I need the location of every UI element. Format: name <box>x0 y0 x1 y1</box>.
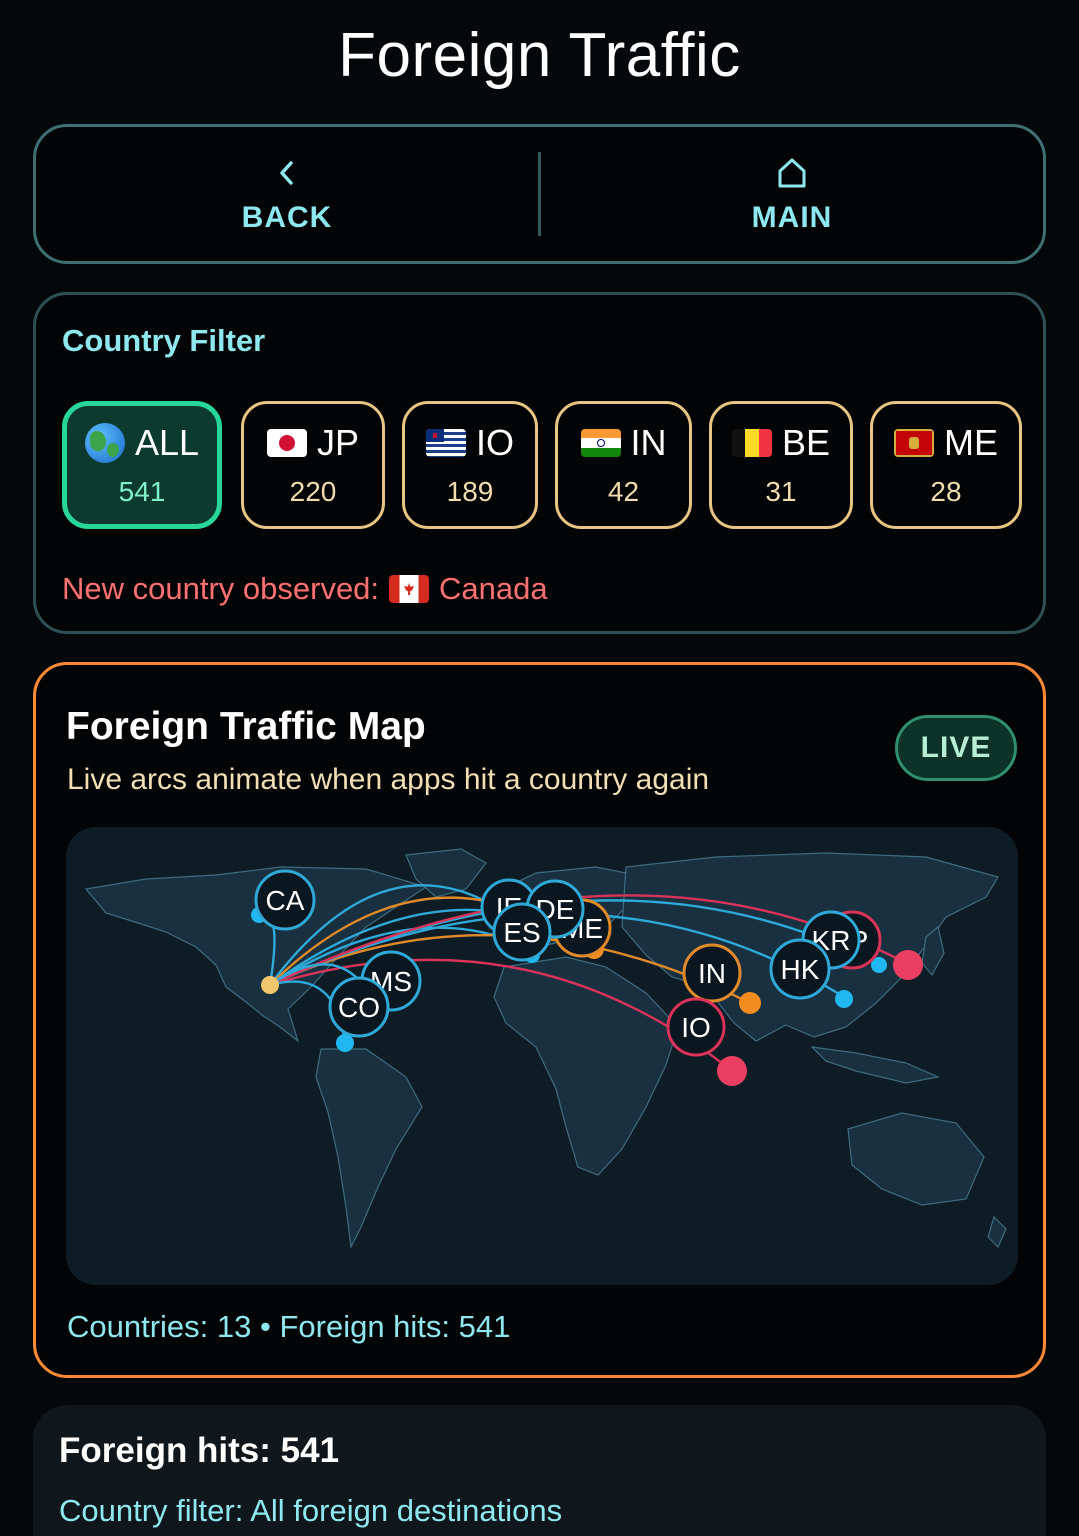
node-label-co: CO <box>338 992 380 1023</box>
world-map[interactable]: CA MS CO IE ME <box>66 827 1018 1285</box>
node-es: ES <box>492 902 552 962</box>
nav-bar: BACK MAIN <box>33 124 1046 264</box>
main-button[interactable]: MAIN <box>541 127 1043 261</box>
filter-chip-jp[interactable]: JP 220 <box>241 401 385 529</box>
flag-io-icon <box>425 429 466 457</box>
map-stats: Countries: 13 • Foreign hits: 541 <box>67 1309 511 1344</box>
node-label-in: IN <box>698 958 726 989</box>
chip-count: 28 <box>930 476 962 507</box>
summary-foreign-hits: Foreign hits: 541 <box>59 1431 340 1470</box>
filter-chip-io[interactable]: IO 189 <box>402 401 538 529</box>
node-label-ca: CA <box>266 885 305 916</box>
node-label-hk: HK <box>781 954 820 985</box>
summary-card: Foreign hits: 541 Country filter: All fo… <box>33 1405 1046 1536</box>
filter-chip-be[interactable]: BE 31 <box>709 401 853 529</box>
home-icon <box>775 153 809 193</box>
dot-jp <box>893 950 923 980</box>
new-country-notice: New country observed: Canada <box>62 571 548 607</box>
foreign-traffic-map-card: Foreign Traffic Map Live arcs animate wh… <box>33 662 1046 1378</box>
new-country-prefix: New country observed: <box>62 571 380 606</box>
chevron-left-icon <box>277 153 297 193</box>
chip-code: ME <box>944 422 998 463</box>
filter-chip-all[interactable]: ALL 541 <box>62 401 222 529</box>
world-map-svg: CA MS CO IE ME <box>84 848 1007 1250</box>
flag-jp-icon <box>266 429 307 457</box>
filter-chip-me[interactable]: ME 28 <box>870 401 1022 529</box>
globe-icon <box>84 423 125 463</box>
map-subtitle: Live arcs animate when apps hit a countr… <box>67 763 710 796</box>
live-badge: LIVE <box>895 715 1017 781</box>
flag-be-icon <box>731 429 772 457</box>
back-button[interactable]: BACK <box>36 127 538 261</box>
node-label-io: IO <box>681 1012 711 1043</box>
new-country-name: Canada <box>439 571 548 606</box>
flag-in-icon <box>580 429 621 457</box>
flag-me-icon <box>894 429 934 457</box>
node-io: IO <box>666 997 726 1057</box>
flag-ca-icon <box>389 575 430 603</box>
chip-code: IO <box>475 422 514 463</box>
chip-code: BE <box>781 422 831 463</box>
chip-count: 220 <box>289 476 337 507</box>
dot-in <box>739 992 761 1014</box>
node-ca: CA <box>254 869 316 931</box>
filter-chip-in[interactable]: IN 42 <box>555 401 692 529</box>
node-hk: HK <box>769 938 831 1000</box>
dot-hk <box>835 990 853 1008</box>
node-label-es: ES <box>503 917 540 948</box>
map-title: Foreign Traffic Map <box>66 705 426 748</box>
chip-count: 189 <box>446 476 494 507</box>
origin-dot <box>261 976 279 994</box>
chip-code: ALL <box>134 422 200 463</box>
dot-co <box>336 1034 354 1052</box>
country-filter-card: Country Filter ALL 541 JP 220 IO 189 IN … <box>33 292 1046 634</box>
back-label: BACK <box>241 201 333 234</box>
chip-code: JP <box>316 422 359 463</box>
node-co: CO <box>328 976 390 1038</box>
chip-count: 42 <box>607 476 640 507</box>
main-label: MAIN <box>751 201 833 234</box>
page-title: Foreign Traffic <box>338 21 741 90</box>
node-in: IN <box>682 943 742 1003</box>
chip-code: IN <box>630 422 667 463</box>
summary-country-filter: Country filter: All foreign destinations <box>59 1493 563 1528</box>
chip-count: 541 <box>118 476 166 507</box>
country-filter-title: Country Filter <box>62 323 266 358</box>
dot-io <box>717 1056 747 1086</box>
chip-count: 31 <box>765 476 797 507</box>
